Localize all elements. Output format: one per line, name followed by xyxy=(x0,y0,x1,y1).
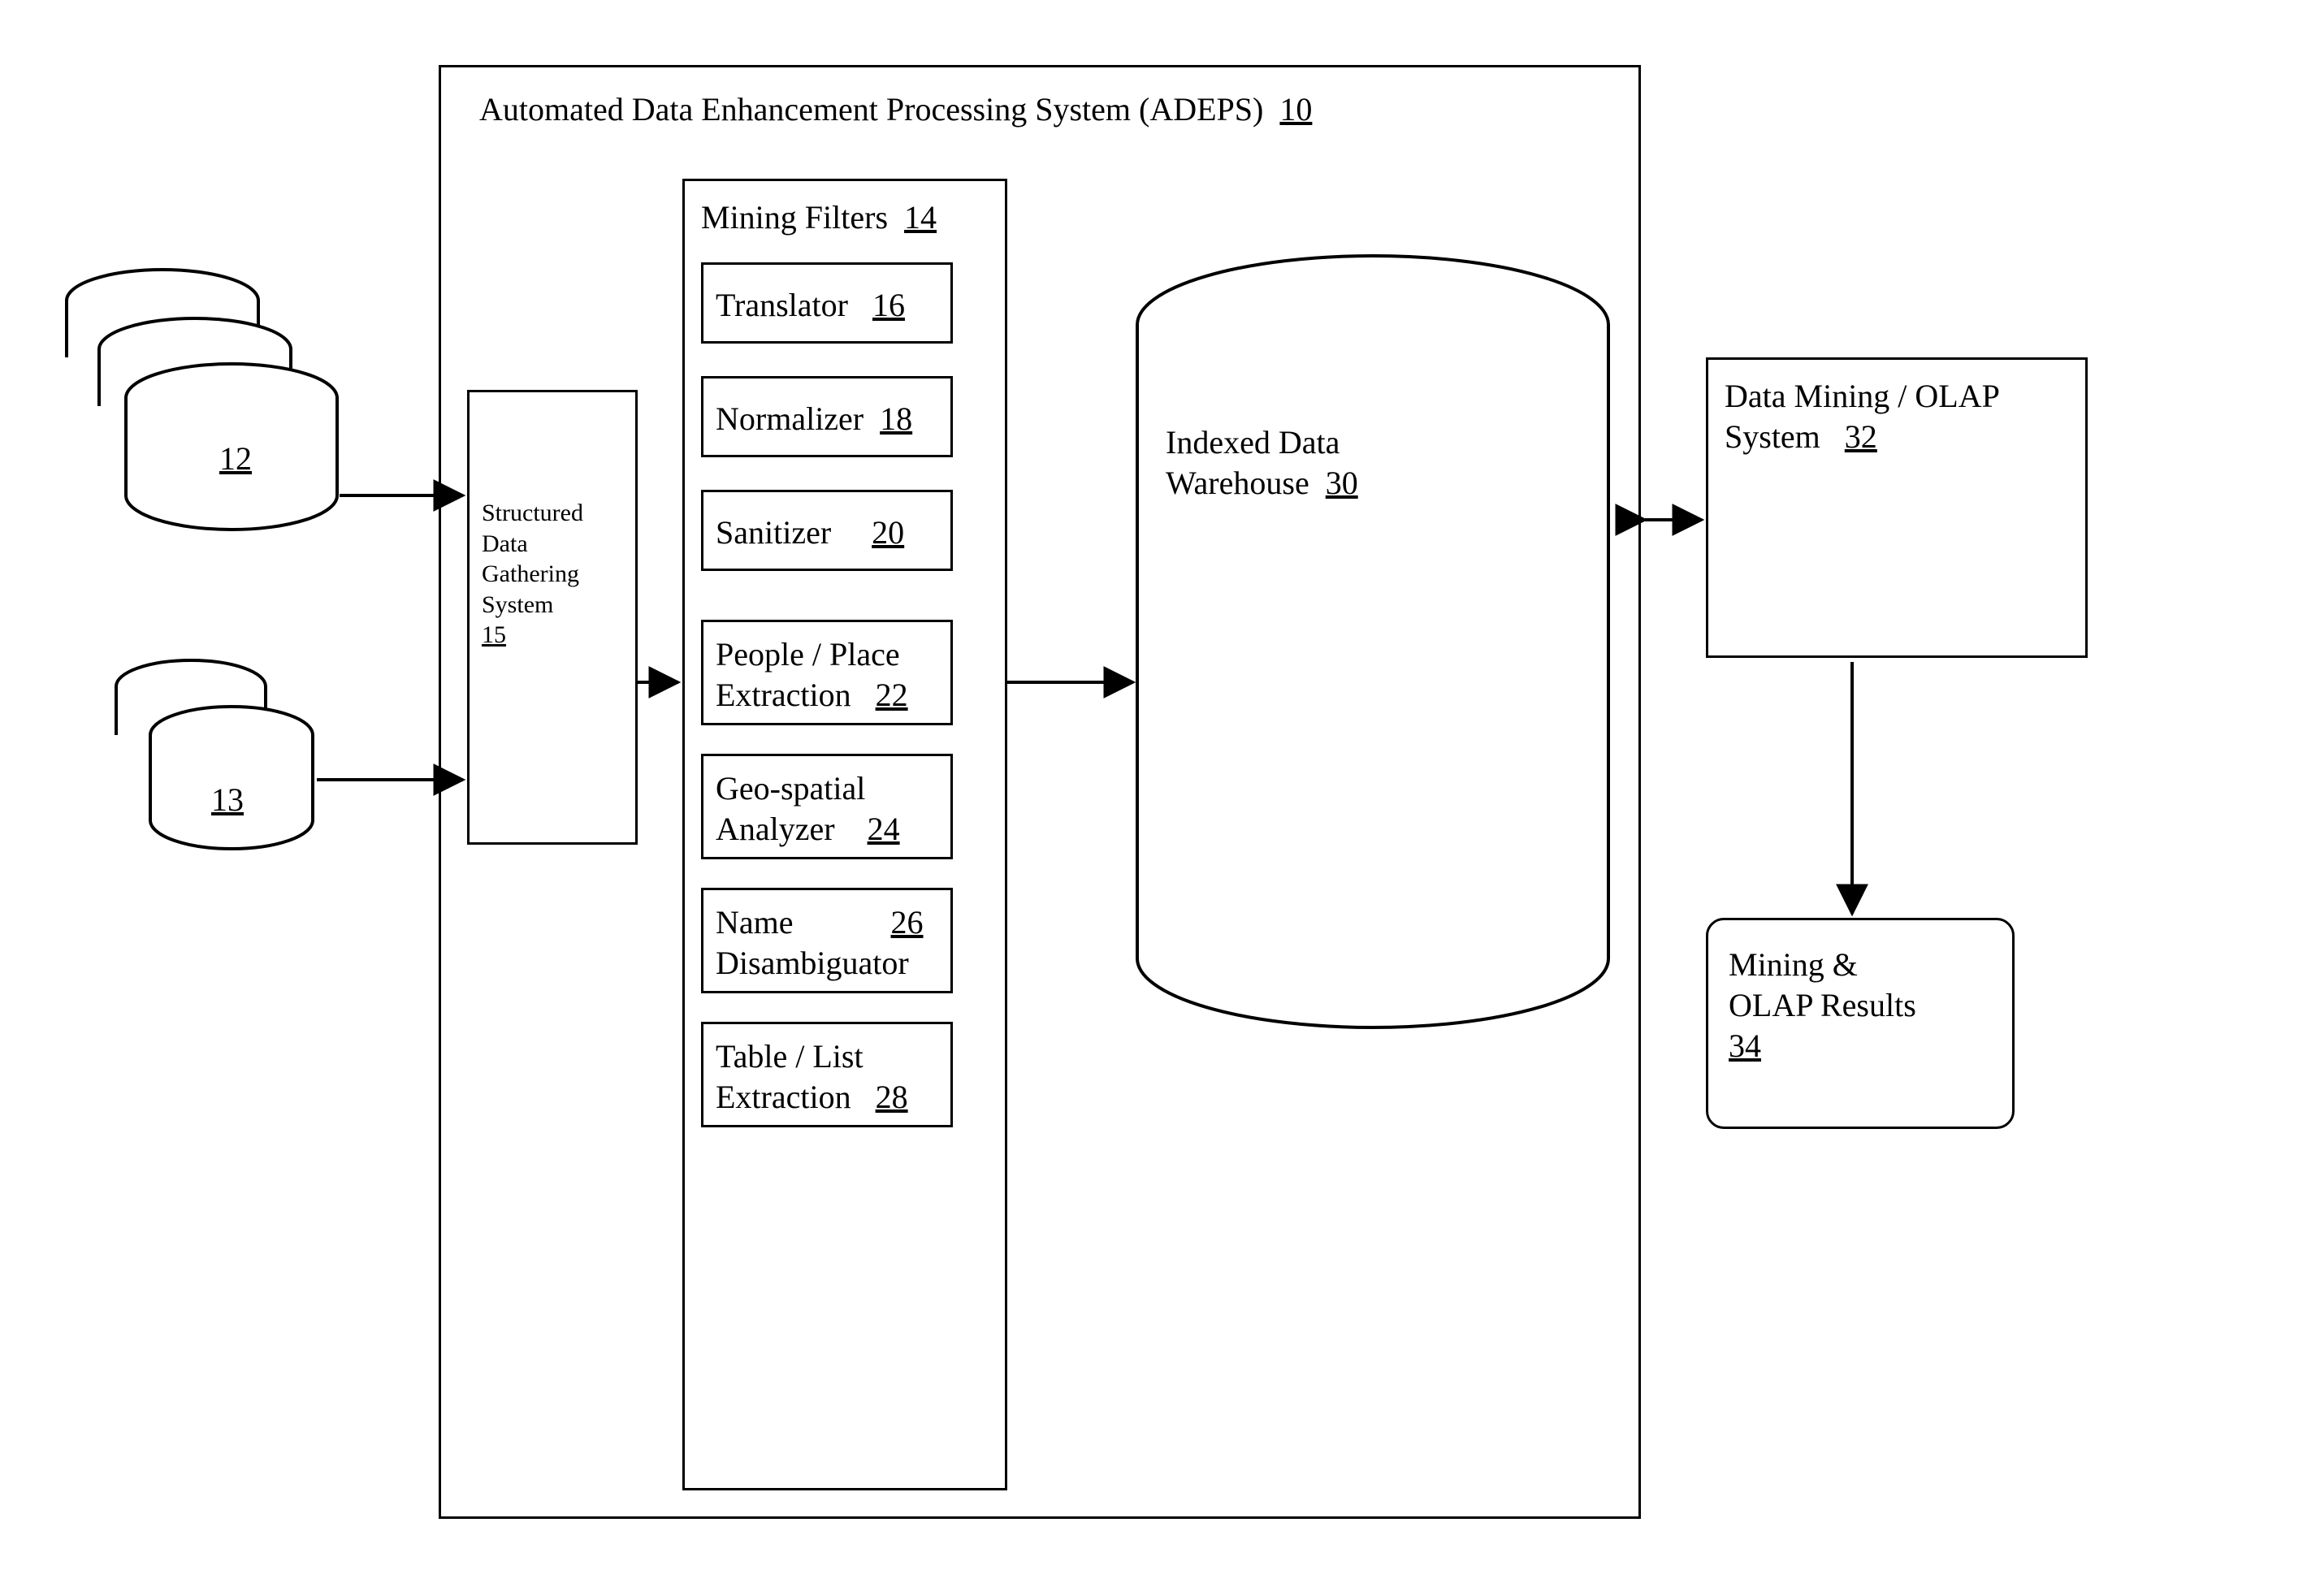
arrows-layer xyxy=(32,32,2307,1564)
diagram-canvas: Automated Data Enhancement Processing Sy… xyxy=(32,32,2307,1564)
